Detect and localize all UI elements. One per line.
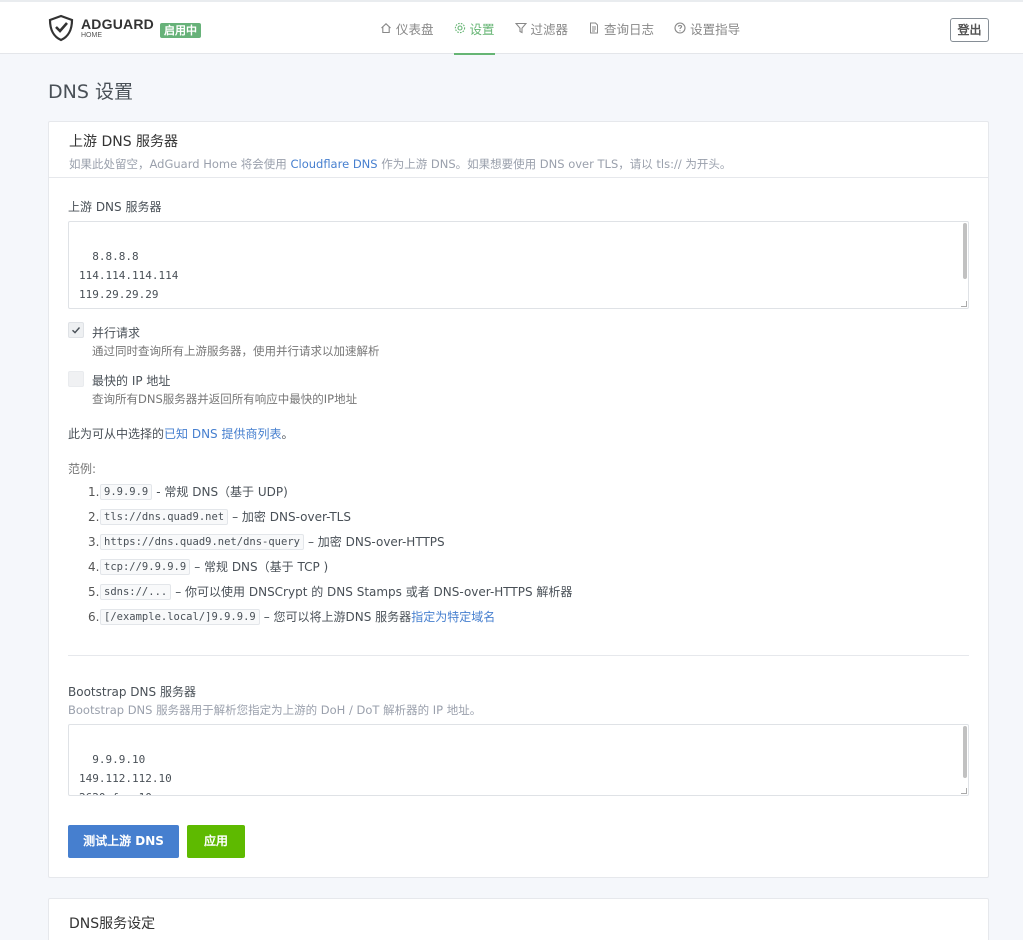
example-code: 9.9.9.9 [100,483,153,500]
example-text: – 加密 DNS-over-HTTPS [307,535,445,549]
example-code: [/example.local/]9.9.9.9 [100,608,260,625]
bootstrap-servers-value: 9.9.9.10 149.112.112.10 2620:fe::10 2620… [79,753,172,795]
upstream-servers-label: 上游 DNS 服务器 [68,200,162,214]
dns-service-card: DNS服务设定 [48,898,989,940]
nav-filters[interactable]: 过滤器 [514,2,569,54]
example-item: 3. https://dns.quad9.net/dns-query – 加密 … [88,533,445,550]
subtitle-pre: 如果此处留空，AdGuard Home 将会使用 [69,157,291,171]
example-code: tcp://9.9.9.9 [100,558,191,575]
card-subtitle: 如果此处留空，AdGuard Home 将会使用 Cloudflare DNS … [69,156,968,172]
parallel-requests-title: 并行请求 [92,326,141,340]
upstream-servers-textarea[interactable]: 8.8.8.8 114.114.114.114 119.29.29.29 223… [68,221,969,309]
example-num: 4. [88,559,100,574]
apply-button[interactable]: 应用 [187,825,245,858]
providers-post: 。 [281,427,294,441]
logout-button[interactable]: 登出 [950,18,989,42]
subtitle-post: 作为上游 DNS。如果想要使用 DNS over TLS，请以 tls:// 为… [377,157,732,171]
example-text: - 常规 DNS（基于 UDP) [156,485,288,499]
example-item: 6. [/example.local/]9.9.9.9 – 您可以将上游DNS … [88,608,495,625]
nav-settings[interactable]: 设置 [453,2,495,55]
example-code: https://dns.quad9.net/dns-query [100,533,304,550]
example-item: 4. tcp://9.9.9.9 – 常规 DNS（基于 TCP ) [88,558,328,575]
example-item: 2. tls://dns.quad9.net – 加密 DNS-over-TLS [88,508,351,525]
bootstrap-dns-textarea[interactable]: 9.9.9.10 149.112.112.10 2620:fe::10 2620… [68,724,969,796]
example-text: – 您可以将上游DNS 服务器 [263,610,412,624]
example-num: 5. [88,584,100,599]
example-text: – 加密 DNS-over-TLS [232,510,351,524]
examples-label: 范例: [68,462,97,476]
fastest-ip-title: 最快的 IP 地址 [92,374,171,388]
dns-providers-link[interactable]: 已知 DNS 提供商列表 [164,427,281,441]
document-icon [590,22,599,34]
card-title: 上游 DNS 服务器 [69,134,179,150]
nav-query-log[interactable]: 查询日志 [588,2,654,54]
nav-settings-label: 设置 [469,21,495,37]
shield-check-icon [48,14,74,42]
textarea-scrollbar[interactable] [963,726,967,778]
logo[interactable]: ADGUARD HOME [47,14,154,42]
bootstrap-dns-desc: Bootstrap DNS 服务器用于解析您指定为上游的 DoH / DoT 解… [68,703,482,717]
card-title: DNS服务设定 [69,916,156,932]
nav-filters-label: 过滤器 [530,21,569,37]
nav-dashboard-label: 仪表盘 [396,21,434,37]
fastest-ip-checkbox[interactable] [68,371,84,387]
nav-setup-guide-label: 设置指导 [690,21,741,37]
parallel-requests-desc: 通过同时查询所有上游服务器，使用并行请求以加速解析 [92,344,380,358]
checkmark-icon [72,327,81,334]
nav-dashboard[interactable]: 仪表盘 [380,2,434,54]
domain-specific-link[interactable]: 指定为特定域名 [411,608,495,625]
resize-grip[interactable] [961,301,967,307]
example-text: – 你可以使用 DNSCrypt 的 DNS Stamps 或者 DNS-ove… [175,585,573,599]
example-num: 3. [88,534,100,549]
example-num: 6. [88,609,100,624]
example-text: – 常规 DNS（基于 TCP ) [194,560,329,574]
logo-sub: HOME [81,32,102,39]
bootstrap-dns-label: Bootstrap DNS 服务器 [68,685,196,699]
resize-grip[interactable] [961,788,967,794]
example-code: tls://dns.quad9.net [100,508,229,525]
page-title: DNS 设置 [48,81,133,103]
fastest-ip-desc: 查询所有DNS服务器并返回所有响应中最快的IP地址 [92,392,358,406]
textarea-scrollbar[interactable] [963,223,967,279]
example-code: sdns://... [100,583,172,600]
nav-query-log-label: 查询日志 [604,21,655,37]
logo-name: ADGUARD [81,16,154,32]
section-divider [68,655,969,656]
gear-icon [454,22,465,34]
status-badge: 启用中 [160,23,201,38]
nav-setup-guide[interactable]: 设置指导 [674,2,740,54]
test-upstream-button[interactable]: 测试上游 DNS [68,825,179,858]
example-item: 5. sdns://... – 你可以使用 DNSCrypt 的 DNS Sta… [88,583,572,600]
cloudflare-link[interactable]: Cloudflare DNS [290,157,377,171]
help-icon [674,22,686,34]
card-header: 上游 DNS 服务器 如果此处留空，AdGuard Home 将会使用 Clou… [49,122,988,178]
upstream-servers-value: 8.8.8.8 114.114.114.114 119.29.29.29 223… [79,250,179,308]
filter-icon [514,22,527,34]
home-icon [381,23,391,34]
example-num: 2. [88,509,100,524]
main-nav: 仪表盘 设置 过滤器 查询日志 设置指导 [380,2,760,55]
example-item: 1. 9.9.9.9 - 常规 DNS（基于 UDP) [88,483,288,500]
top-navbar: ADGUARD HOME 启用中 仪表盘 设置 过滤器 查询日志 设置指导 登出 [0,2,1023,55]
parallel-requests-checkbox[interactable] [68,322,84,338]
example-num: 1. [88,484,100,499]
providers-pre: 此为可从中选择的 [68,427,165,441]
providers-line: 此为可从中选择的已知 DNS 提供商列表。 [68,425,294,442]
